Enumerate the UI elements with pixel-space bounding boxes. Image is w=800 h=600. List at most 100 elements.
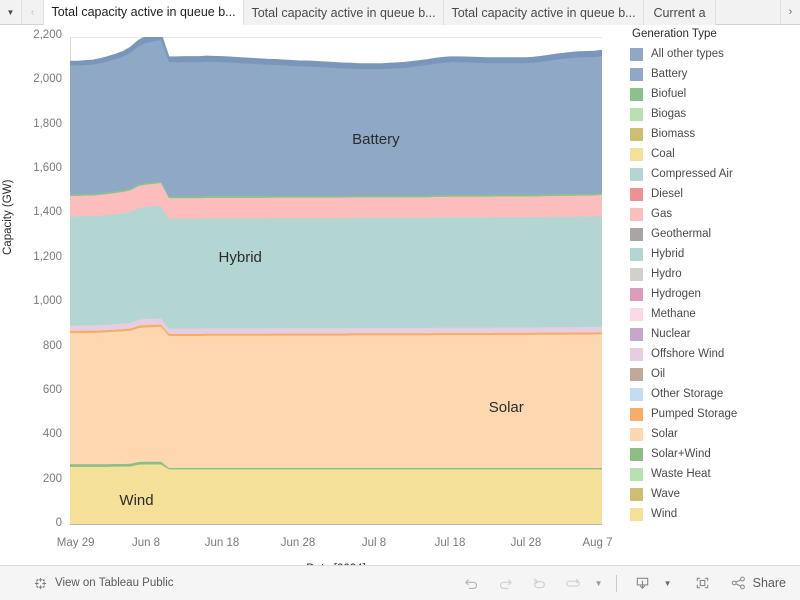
legend-item[interactable]: Coal [630, 144, 800, 164]
y-axis-tick-label: 1,600 [33, 162, 62, 175]
tableau-logo-icon [33, 576, 48, 591]
legend-item[interactable]: Biomass [630, 124, 800, 144]
share-button[interactable]: Share [730, 575, 786, 591]
legend-item[interactable]: Compressed Air [630, 164, 800, 184]
legend-item-label: Nuclear [651, 328, 691, 340]
fullscreen-button[interactable] [686, 570, 720, 596]
legend-item-label: All other types [651, 48, 724, 60]
view-on-tableau-public-label: View on Tableau Public [55, 577, 174, 589]
legend-color-swatch [630, 207, 643, 221]
legend-color-swatch [630, 427, 643, 441]
y-axis-tick-label: 1,000 [33, 295, 62, 308]
x-axis-tick-label: Aug 7 [582, 537, 613, 549]
legend-item[interactable]: Wind [630, 504, 800, 524]
legend-item[interactable]: Pumped Storage [630, 404, 800, 424]
tab-next-button[interactable]: › [780, 0, 800, 24]
legend-item[interactable]: Other Storage [630, 384, 800, 404]
legend-item[interactable]: Biogas [630, 104, 800, 124]
legend-color-swatch [630, 467, 643, 481]
legend-item-label: Solar+Wind [651, 448, 711, 460]
legend-color-swatch [630, 147, 643, 161]
legend-color-swatch [630, 67, 643, 81]
y-axis-tick-label: 1,800 [33, 117, 62, 130]
tab-bar: ▼ ‹ Total capacity active in queue b... … [0, 0, 800, 25]
tab-2[interactable]: Total capacity active in queue b... [444, 0, 644, 25]
tab-0[interactable]: Total capacity active in queue b... [44, 0, 244, 25]
legend-color-swatch [630, 127, 643, 141]
refresh-dropdown-caret-icon[interactable]: ▼ [591, 579, 607, 588]
undo-icon [463, 576, 480, 591]
undo-button[interactable] [455, 570, 489, 596]
legend-item-label: Pumped Storage [651, 408, 738, 420]
legend-item[interactable]: Waste Heat [630, 464, 800, 484]
viz-container: Capacity (GW) 0 200 400 600 800 1,000 1,200 1,4… [0, 25, 800, 575]
tab-1[interactable]: Total capacity active in queue b... [244, 0, 444, 25]
legend-item-label: Oil [651, 368, 666, 380]
legend-color-swatch [630, 447, 643, 461]
legend-items: All other types Battery Biofuel Biogas Bioma… [630, 44, 800, 524]
refresh-button[interactable] [557, 570, 591, 596]
legend-item-label: Geothermal [651, 228, 712, 240]
revert-icon [531, 576, 548, 591]
y-axis-ticks: 0 200 400 600 800 1,000 1,200 1,400 1,600 1,800 2,… [0, 25, 62, 565]
legend-item-label: Hybrid [651, 248, 685, 260]
legend-color-swatch [630, 187, 643, 201]
legend-item[interactable]: Biofuel [630, 84, 800, 104]
tableau-embed-app: ▼ ‹ Total capacity active in queue b... … [0, 0, 800, 600]
legend-item-label: Coal [651, 148, 675, 160]
view-on-tableau-public-link[interactable]: View on Tableau Public [33, 576, 174, 591]
legend-color-swatch [630, 367, 643, 381]
legend-item[interactable]: Geothermal [630, 224, 800, 244]
legend-item[interactable]: Solar+Wind [630, 444, 800, 464]
legend-item[interactable]: Wave [630, 484, 800, 504]
legend-color-swatch [630, 47, 643, 61]
x-axis-tick-label: Jun 8 [131, 537, 161, 549]
legend-item[interactable]: Hydrogen [630, 284, 800, 304]
redo-button[interactable] [489, 570, 523, 596]
y-axis-tick-label: 1,200 [33, 250, 62, 263]
legend-item[interactable]: Methane [630, 304, 800, 324]
y-axis-tick-label: 400 [42, 428, 62, 441]
y-axis-tick-label: 0 [55, 517, 62, 529]
legend-item-label: Other Storage [651, 388, 724, 400]
tab-label: Current a [653, 5, 706, 20]
revert-button[interactable] [523, 570, 557, 596]
legend-color-swatch [630, 507, 643, 521]
legend-item[interactable]: Oil [630, 364, 800, 384]
legend-item-label: Diesel [651, 188, 683, 200]
tab-prev-button[interactable]: ‹ [22, 0, 44, 24]
legend-color-swatch [630, 247, 643, 261]
plot-area[interactable]: Battery Hybrid Solar Wind [70, 37, 602, 525]
legend-item[interactable]: Offshore Wind [630, 344, 800, 364]
area-series-hybrid[interactable] [70, 206, 602, 329]
legend-item[interactable]: Diesel [630, 184, 800, 204]
legend-title: Generation Type [632, 28, 717, 40]
toolbar-separator [615, 574, 617, 592]
legend: Generation Type All other types Battery Bi… [630, 28, 800, 524]
area-annotation-label: Solar [488, 398, 524, 416]
x-axis-tick-label: Jul 8 [361, 537, 387, 549]
legend-item-label: Wind [651, 508, 678, 520]
legend-item[interactable]: Solar [630, 424, 800, 444]
legend-item[interactable]: Hybrid [630, 244, 800, 264]
download-dropdown-caret-icon[interactable]: ▼ [660, 579, 676, 588]
area-series-solar[interactable] [70, 326, 602, 468]
bottom-toolbar: View on Tableau Public ▼ ▼ Share [0, 565, 800, 600]
tab-list-dropdown-button[interactable]: ▼ [0, 0, 22, 24]
legend-item[interactable]: Gas [630, 204, 800, 224]
x-axis-line [70, 524, 602, 525]
area-annotation-label: Wind [119, 491, 154, 509]
legend-color-swatch [630, 107, 643, 121]
area-annotation-label: Hybrid [218, 248, 262, 266]
legend-color-swatch [630, 487, 643, 501]
legend-item[interactable]: All other types [630, 44, 800, 64]
legend-item[interactable]: Nuclear [630, 324, 800, 344]
legend-item[interactable]: Battery [630, 64, 800, 84]
tab-label: Total capacity active in queue b... [51, 5, 236, 19]
legend-item[interactable]: Hydro [630, 264, 800, 284]
stacked-area-chart [70, 37, 602, 525]
legend-item-label: Biofuel [651, 88, 687, 100]
download-button[interactable] [626, 570, 660, 596]
refresh-icon [565, 576, 582, 591]
tab-3[interactable]: Current a [644, 0, 716, 25]
